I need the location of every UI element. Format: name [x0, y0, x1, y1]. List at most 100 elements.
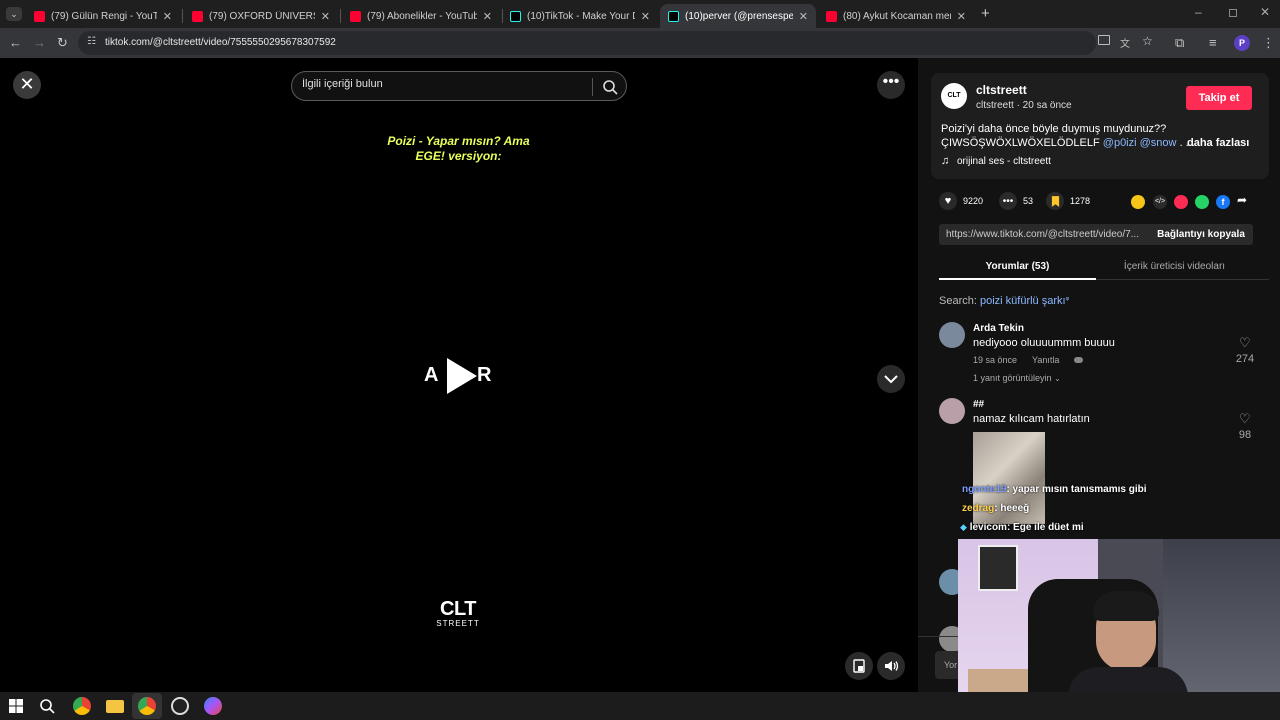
- chrome-icon[interactable]: [138, 697, 156, 715]
- heart-outline-icon[interactable]: ♡: [1239, 335, 1251, 351]
- webcam-poster: [978, 545, 1018, 591]
- view-replies-link[interactable]: 1 yanıt görüntüleyin ⌄: [973, 373, 1061, 383]
- coin-icon[interactable]: [1131, 195, 1145, 209]
- profile-avatar[interactable]: P: [1234, 35, 1250, 51]
- commenter-name[interactable]: Arda Tekin: [973, 323, 1024, 334]
- mention-link[interactable]: @p0izi: [1103, 137, 1137, 149]
- picture-in-picture-icon: [853, 659, 865, 673]
- active-tab-indicator: [939, 278, 1096, 280]
- floating-player-button[interactable]: [845, 652, 873, 680]
- tab-creator-videos[interactable]: İçerik üreticisi videoları: [1096, 261, 1253, 272]
- author-avatar[interactable]: CLT: [941, 83, 967, 109]
- video-player[interactable]: Poizi - Yapar mısın? Ama EGE! versiyon: …: [280, 105, 637, 692]
- browser-tab[interactable]: (79) OXFORD ÜNİVERSİTESİ YU ✕: [184, 4, 338, 28]
- forward-icon[interactable]: →: [33, 35, 46, 51]
- see-more-link[interactable]: daha fazlası: [1187, 137, 1249, 149]
- reload-icon[interactable]: ↻: [57, 35, 68, 51]
- search-icon[interactable]: [601, 78, 619, 96]
- browser-tab-active[interactable]: (10)perver (@prensesperver) | T ✕: [660, 4, 816, 28]
- whatsapp-icon[interactable]: [1195, 195, 1209, 209]
- media-control-icon[interactable]: ≡: [1209, 35, 1217, 51]
- commenter-avatar[interactable]: [939, 322, 965, 348]
- related-search-query[interactable]: poizi küfürlü şarkı: [980, 295, 1066, 307]
- related-search-box[interactable]: [291, 71, 627, 101]
- url-text: tiktok.com/@cltstreett/video/75555502956…: [105, 37, 336, 48]
- volume-button[interactable]: [877, 652, 905, 680]
- author-username[interactable]: cltstreett: [976, 83, 1027, 97]
- restore-icon[interactable]: [1229, 9, 1237, 17]
- address-bar[interactable]: ☷ tiktok.com/@cltstreett/video/755555029…: [78, 31, 1153, 55]
- sound-link[interactable]: orijinal ses - cltstreett: [957, 156, 1051, 167]
- play-icon[interactable]: [441, 356, 481, 396]
- messenger-icon[interactable]: [204, 697, 222, 715]
- more-options-button[interactable]: •••: [877, 71, 905, 99]
- close-video-button[interactable]: ✕: [13, 71, 41, 99]
- close-tab-icon[interactable]: ✕: [483, 10, 492, 23]
- overlay-line-1: Poizi - Yapar mısın? Ama: [387, 134, 530, 148]
- youtube-icon: [826, 10, 837, 22]
- tiktok-icon: [510, 10, 521, 22]
- facebook-icon[interactable]: f: [1216, 195, 1230, 209]
- author-subline: cltstreett · 20 sa önce: [976, 100, 1072, 111]
- browser-tab[interactable]: (79) Gülün Rengi - YouTube ✕: [26, 4, 180, 28]
- related-search-suggestion[interactable]: Search: poizi küfürlü şarkıᵠ: [939, 295, 1069, 307]
- tab-title: (10)TikTok - Make Your Day: [527, 10, 635, 22]
- chevron-down-icon: ⌄: [1054, 374, 1061, 383]
- minimize-icon[interactable]: –: [1195, 5, 1202, 19]
- extensions-icon[interactable]: ⧉: [1175, 35, 1184, 51]
- reply-button[interactable]: Yanıtla: [1032, 355, 1059, 365]
- description-line-2: ÇIWSÖŞWÖXLWÖXELÖDLELF @p0izi @snow . ...: [941, 137, 1195, 149]
- heart-icon[interactable]: ♥: [939, 192, 957, 210]
- tiktok-share-icon[interactable]: [1174, 195, 1188, 209]
- follow-button[interactable]: Takip et: [1186, 86, 1252, 110]
- commenter-avatar[interactable]: [939, 398, 965, 424]
- creator-liked-icon: [1074, 357, 1083, 363]
- bookmark-icon[interactable]: [1046, 192, 1064, 210]
- chat-message: : yapar mısın tanısmamıs gibi: [1006, 484, 1147, 495]
- save-action[interactable]: 1278: [1046, 189, 1090, 213]
- close-tab-icon[interactable]: ✕: [641, 10, 650, 23]
- tab-search-button[interactable]: ⌄: [6, 7, 22, 21]
- close-tab-icon[interactable]: ✕: [799, 10, 808, 23]
- browser-tab[interactable]: (10)TikTok - Make Your Day ✕: [502, 4, 658, 28]
- file-explorer-icon[interactable]: [106, 700, 124, 713]
- youtube-icon: [350, 10, 361, 22]
- comment-bubble-icon[interactable]: •••: [999, 192, 1017, 210]
- copy-link-button[interactable]: Bağlantıyı kopyala: [1149, 224, 1253, 245]
- embed-code-icon[interactable]: </>: [1153, 195, 1167, 209]
- comment-action[interactable]: ••• 53: [999, 189, 1033, 213]
- close-icon[interactable]: ✕: [1260, 5, 1270, 19]
- description-line-1: Poizi'yi daha önce böyle duymuş muydunuz…: [941, 123, 1167, 135]
- save-count: 1278: [1070, 196, 1091, 206]
- youtube-icon: [192, 10, 203, 22]
- bookmark-star-icon[interactable]: ☆: [1142, 34, 1153, 48]
- youtube-icon: [34, 10, 45, 22]
- commenter-name[interactable]: ##: [973, 399, 984, 410]
- heart-outline-icon[interactable]: ♡: [1239, 411, 1251, 427]
- site-info-icon[interactable]: ☷: [87, 36, 96, 47]
- back-icon[interactable]: ←: [9, 35, 22, 51]
- close-tab-icon[interactable]: ✕: [321, 10, 330, 23]
- mention-link[interactable]: @snow: [1140, 137, 1177, 149]
- like-action[interactable]: ♥ 9220: [939, 189, 983, 213]
- tab-title: (79) Abonelikler - YouTube: [367, 10, 477, 22]
- video-center-graphic[interactable]: A R: [424, 355, 492, 397]
- browser-tab[interactable]: (79) Abonelikler - YouTube ✕: [342, 4, 500, 28]
- install-app-icon[interactable]: [1098, 35, 1110, 45]
- close-tab-icon[interactable]: ✕: [957, 10, 966, 23]
- obs-icon[interactable]: [171, 697, 189, 715]
- search-divider: [592, 78, 593, 96]
- chrome-icon[interactable]: [73, 697, 91, 715]
- translate-icon[interactable]: 文: [1120, 35, 1130, 50]
- windows-start-icon[interactable]: [7, 697, 25, 715]
- plus-icon[interactable]: +: [981, 6, 990, 22]
- search-icon[interactable]: [38, 697, 56, 715]
- browser-tab[interactable]: (80) Aykut Kocaman mental çök ✕: [818, 4, 974, 28]
- tab-comments[interactable]: Yorumlar (53): [939, 261, 1096, 272]
- author-card: CLT cltstreett cltstreett · 20 sa önce T…: [931, 73, 1269, 179]
- close-tab-icon[interactable]: ✕: [163, 10, 172, 23]
- search-input[interactable]: [302, 78, 582, 90]
- share-arrow-icon[interactable]: ➦: [1237, 193, 1247, 207]
- menu-kebab-icon[interactable]: ⋮: [1262, 35, 1275, 51]
- next-video-button[interactable]: [877, 365, 905, 393]
